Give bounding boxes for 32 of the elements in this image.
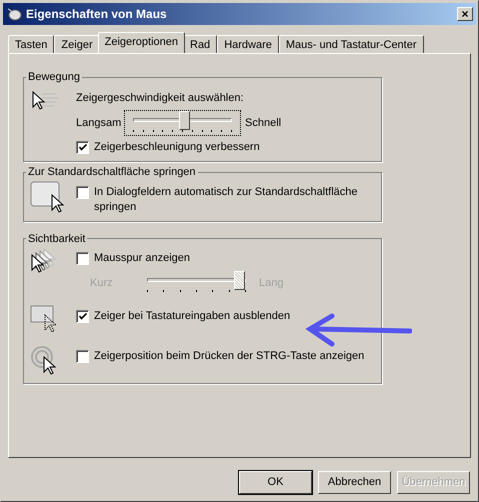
checkbox-label: In Dialogfeldern automatisch zur Standardschaltfläche springen [94,184,359,214]
slider[interactable] [124,110,241,136]
checkbox-label: Zeigerbeschleunigung verbessern [94,140,260,155]
group-title: Bewegung [27,70,81,85]
mouse-icon [6,7,22,21]
speed-label: Zeigergeschwindigkeit auswählen: [76,90,245,106]
checkbox[interactable] [76,350,89,363]
checkbox[interactable] [76,310,89,323]
dialog-button[interactable]: OK [239,471,312,494]
tab[interactable]: Maus- und Tastatur-Center [278,35,424,53]
slider-max-label: Schnell [245,116,282,131]
checkmark-icon [78,313,86,320]
dialog-button[interactable]: Abbrechen [318,471,391,494]
close-button[interactable]: × [457,7,473,21]
slider-min-label: Langsam [76,116,120,131]
slider-thumb[interactable] [178,111,190,130]
checkbox[interactable] [76,252,89,265]
checkbox[interactable] [76,141,89,154]
checkbox-label: Mausspur anzeigen [94,251,190,266]
window-title: Eigenschaften von Maus [26,6,168,23]
tab[interactable]: Zeigeroptionen [98,32,185,53]
checkbox[interactable] [76,186,89,198]
tab[interactable]: Tasten [8,35,54,53]
tab[interactable]: Rad [183,35,218,53]
group-title: Zur Standardschaltfläche springen [27,165,197,180]
tab[interactable]: Zeiger [54,35,100,53]
checkbox-label: Zeigerposition beim Drücken der STRG-Taste anzeigen [94,349,364,364]
checkmark-icon [78,144,86,151]
tab[interactable]: Hardware [217,35,279,53]
button-cursor-icon [30,180,66,214]
checkbox-label: Zeiger bei Tastatureingaben ausblenden [94,309,290,324]
group-title: Sichtbarkeit [27,232,86,246]
